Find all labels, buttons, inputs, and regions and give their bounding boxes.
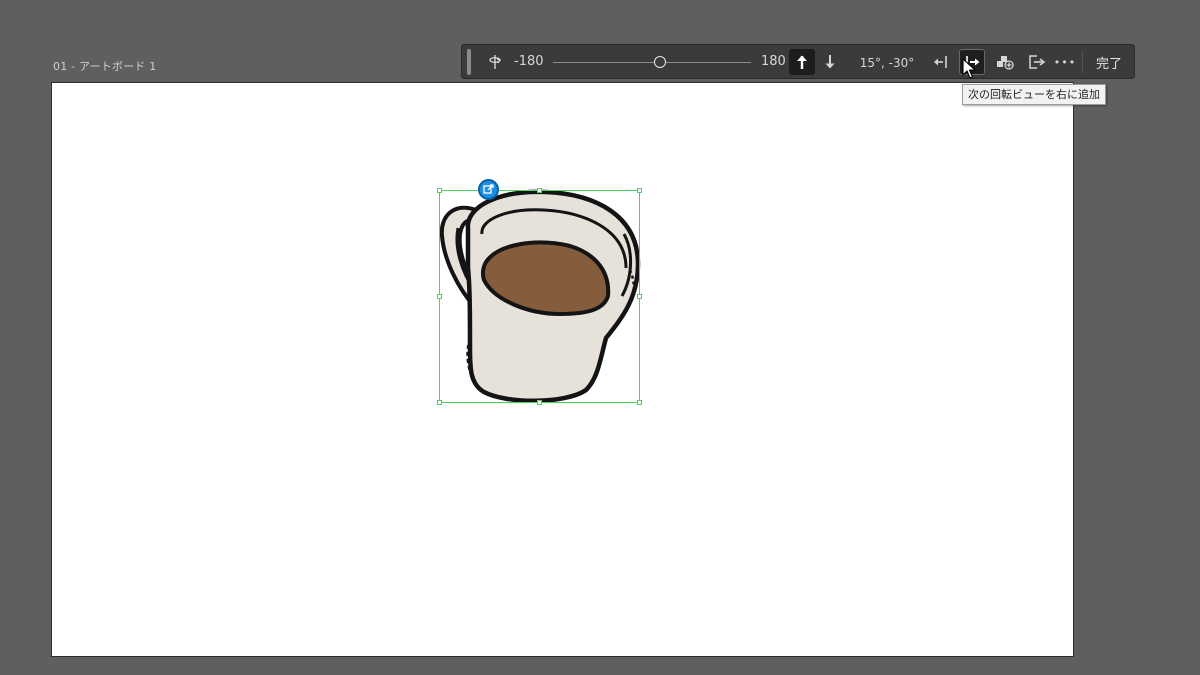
resize-handle-top[interactable] — [537, 188, 542, 193]
angle-readout[interactable]: 15°, -30° — [852, 51, 922, 75]
done-button[interactable]: 完了 — [1088, 49, 1130, 75]
resize-handle-top-left[interactable] — [437, 188, 442, 193]
export-icon — [1029, 55, 1046, 69]
rotate-axis-icon — [489, 55, 502, 69]
rotation-slider[interactable] — [553, 56, 751, 68]
resize-handle-top-right[interactable] — [637, 188, 642, 193]
slider-track — [553, 62, 751, 63]
resize-handle-left[interactable] — [437, 294, 442, 299]
add-view-left-button[interactable] — [928, 49, 954, 75]
mouse-cursor-icon — [962, 58, 976, 79]
resize-handle-bottom-right[interactable] — [637, 400, 642, 405]
rotate-edit-badge[interactable] — [478, 179, 499, 200]
slider-max-label: 180 — [761, 54, 786, 69]
rotate-down-button[interactable] — [817, 49, 843, 75]
rotate-up-button[interactable] — [789, 49, 815, 75]
arrow-down-icon — [825, 55, 835, 69]
slider-min-label: -180 — [514, 54, 544, 69]
artboard-label: 01 - アートボード 1 — [53, 60, 157, 73]
export-button[interactable] — [1024, 49, 1050, 75]
toolbar-separator — [1082, 51, 1083, 73]
resize-handle-bottom-left[interactable] — [437, 400, 442, 405]
arrow-up-icon — [797, 55, 807, 69]
slider-thumb[interactable] — [653, 56, 666, 68]
rotate-axis-button[interactable] — [482, 49, 508, 75]
add-view-left-icon — [934, 56, 947, 68]
add-object-icon — [997, 56, 1014, 70]
more-options-button[interactable]: ••• — [1052, 49, 1078, 75]
tooltip: 次の回転ビューを右に追加 — [962, 84, 1106, 105]
rotate-edit-icon — [483, 184, 494, 194]
rotation-toolbar: -180 180 15°, -30° ••• 完了 — [461, 44, 1135, 79]
coffee-mug-illustration[interactable] — [436, 188, 646, 408]
resize-handle-bottom[interactable] — [537, 400, 542, 405]
toolbar-drag-handle[interactable] — [467, 49, 471, 75]
add-object-button[interactable] — [992, 49, 1018, 75]
more-dots-icon: ••• — [1053, 55, 1077, 69]
resize-handle-right[interactable] — [637, 294, 642, 299]
